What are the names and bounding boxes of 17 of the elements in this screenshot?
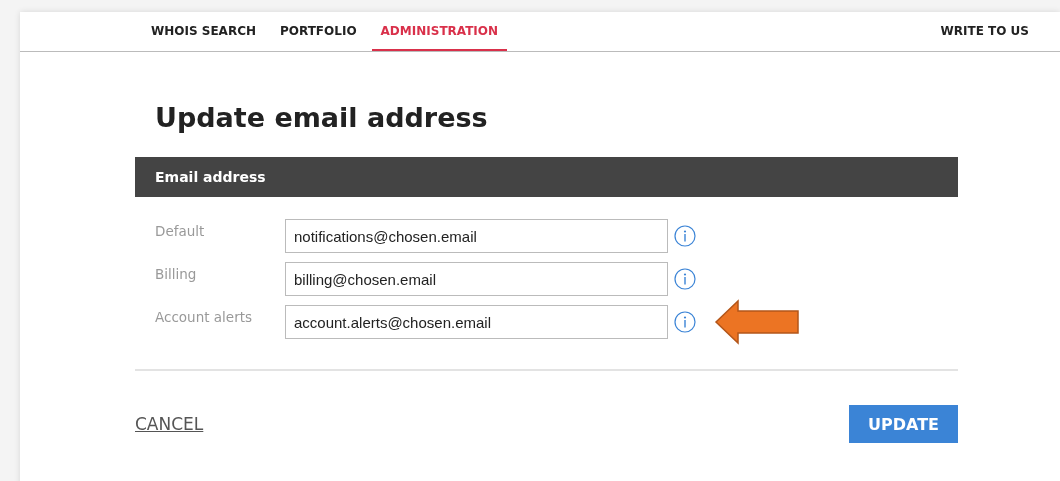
nav-tab[interactable]: PORTFOLIO [271,12,366,51]
update-button[interactable]: UPDATE [849,405,958,443]
page-title: Update email address [155,101,489,135]
email-field[interactable]: billing@chosen.email [285,262,668,296]
info-icon[interactable] [674,311,696,333]
email-field[interactable]: notifications@chosen.email [285,219,668,253]
field-label: Default [154,222,206,239]
info-icon[interactable] [674,225,696,247]
field-label: Account alerts [154,308,253,325]
info-icon[interactable] [674,268,696,290]
cancel-link[interactable]: CANCEL [135,414,204,434]
write-to-us-link[interactable]: WRITE TO US [931,12,1038,51]
nav-tab[interactable]: ADMINISTRATION [371,12,508,51]
section-header: Email address [135,157,958,197]
nav-tab[interactable]: WHOIS SEARCH [142,12,265,51]
field-label: Billing [154,265,198,282]
email-field[interactable]: account.alerts@chosen.email [285,305,668,339]
